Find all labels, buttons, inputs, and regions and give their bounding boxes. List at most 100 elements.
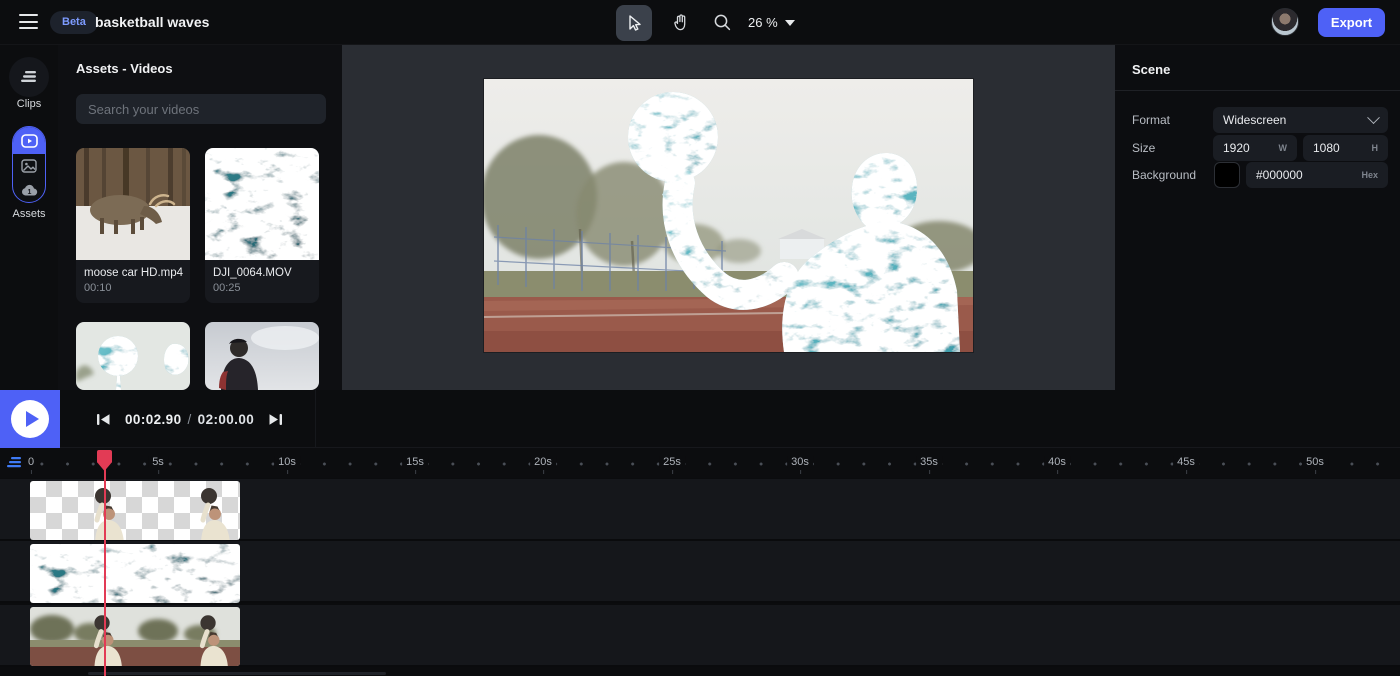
keyed-basketball-thumbnail — [76, 322, 190, 390]
park-clip-thumbnail — [30, 607, 240, 666]
video-asset-card[interactable]: moose car HD.mp4 00:10 — [76, 148, 190, 303]
timecode-separator: / — [182, 412, 198, 427]
waves-clip-thumbnail — [30, 544, 240, 603]
video-icon — [21, 134, 38, 148]
ruler-tick-label: 15s — [402, 456, 428, 468]
select-tool-button[interactable] — [616, 5, 652, 41]
magnifier-icon — [713, 13, 732, 32]
ruler-tick-label: 50s — [1302, 456, 1328, 468]
sidebar-item-clips-label: Clips — [0, 98, 58, 110]
beta-badge: Beta — [50, 11, 98, 34]
video-asset-card[interactable]: DJI_0064.MOV 00:25 — [205, 148, 319, 303]
ruler-tick-label: 35s — [916, 456, 942, 468]
timecode: 00:02.90/02:00.00 — [125, 412, 254, 427]
width-field[interactable]: 1920 W — [1213, 135, 1297, 161]
play-button[interactable] — [0, 390, 60, 448]
avatar[interactable] — [1271, 8, 1299, 36]
video-asset-name: moose car HD.mp4 — [76, 260, 190, 279]
chevron-down-icon — [1367, 111, 1380, 124]
project-title: basketball waves — [95, 14, 209, 30]
scene-panel-title: Scene — [1132, 62, 1170, 77]
person-sky-thumbnail — [205, 322, 319, 390]
total-time: 02:00.00 — [198, 412, 255, 427]
assets-uploads-tab[interactable]: 1 — [13, 178, 45, 202]
assets-images-tab[interactable] — [13, 154, 45, 178]
width-value: 1920 — [1223, 141, 1250, 155]
video-asset-card[interactable] — [205, 322, 319, 390]
layers-icon — [7, 456, 23, 470]
menu-icon[interactable] — [19, 14, 38, 30]
zoom-tool-button[interactable] — [708, 5, 736, 41]
video-preview[interactable] — [484, 79, 973, 352]
moose-video-thumbnail — [76, 148, 190, 260]
video-asset-card[interactable] — [76, 322, 190, 390]
height-value: 1080 — [1313, 141, 1340, 155]
video-asset-duration: 00:25 — [205, 279, 319, 303]
waves-video-thumbnail — [205, 148, 319, 260]
video-asset-name: DJI_0064.MOV — [205, 260, 319, 279]
ruler-tick-label: 5s — [148, 456, 168, 468]
divider — [1115, 90, 1400, 91]
hand-icon — [671, 13, 690, 32]
search-input[interactable] — [76, 94, 326, 124]
background-hex-unit: Hex — [1361, 170, 1378, 180]
scene-panel: Scene Format Widescreen Size 1920 W 1080… — [1115, 45, 1400, 390]
background-hex-field[interactable]: #000000 Hex — [1246, 162, 1388, 188]
ruler-tick-label: 45s — [1173, 456, 1199, 468]
assets-panel: Assets - Videos moose car HD.mp4 00:10 D… — [58, 45, 342, 390]
svg-text:1: 1 — [27, 189, 31, 196]
keyed-player-clip-thumbnail — [30, 481, 240, 540]
height-unit: H — [1372, 143, 1379, 153]
background-color-swatch[interactable] — [1214, 162, 1240, 188]
ruler-tick-label: 30s — [787, 456, 813, 468]
format-select[interactable]: Widescreen — [1213, 107, 1388, 133]
format-value: Widescreen — [1223, 113, 1286, 127]
sidebar-item-clips[interactable] — [9, 57, 49, 97]
canvas-viewport[interactable] — [342, 45, 1115, 390]
cursor-icon — [625, 14, 643, 32]
width-unit: W — [1279, 143, 1288, 153]
ruler-tick-label: 0 — [24, 456, 38, 468]
timeline-tracks — [0, 478, 1400, 676]
current-time: 00:02.90 — [125, 412, 182, 427]
cloud-upload-icon: 1 — [21, 184, 38, 197]
height-field[interactable]: 1080 H — [1303, 135, 1388, 161]
skip-end-icon — [268, 413, 283, 426]
transport-controls: 00:02.90/02:00.00 — [96, 390, 283, 448]
zoom-level-value: 26 % — [748, 15, 778, 30]
timeline-scrollbar[interactable] — [88, 672, 386, 675]
skip-to-end-button[interactable] — [268, 413, 283, 426]
playhead-line — [104, 468, 106, 676]
assets-videos-tab[interactable] — [13, 127, 45, 154]
left-rail: Clips 1 Assets — [0, 45, 58, 390]
play-icon — [11, 400, 49, 438]
format-label: Format — [1132, 113, 1170, 127]
skip-to-start-button[interactable] — [96, 413, 111, 426]
divider — [315, 390, 316, 447]
top-bar: Beta basketball waves 26 % Export — [0, 0, 1400, 45]
skip-start-icon — [96, 413, 111, 426]
timeline-tracks-icon[interactable] — [7, 456, 23, 475]
ruler-tick-label: 20s — [530, 456, 556, 468]
clip-original-footage[interactable] — [30, 607, 240, 666]
image-icon — [21, 159, 37, 173]
clip-ocean-waves[interactable] — [30, 544, 240, 603]
zoom-level-control[interactable]: 26 % — [748, 15, 795, 30]
background-hex-value: #000000 — [1256, 168, 1303, 182]
export-button[interactable]: Export — [1318, 8, 1385, 37]
clips-icon — [20, 69, 38, 85]
ruler-tick-label: 40s — [1044, 456, 1070, 468]
pan-tool-button[interactable] — [662, 5, 698, 41]
sidebar-item-assets-label: Assets — [0, 208, 58, 220]
clip-keyed-player[interactable] — [30, 481, 240, 540]
chevron-down-icon — [785, 20, 795, 26]
timeline-ruler[interactable]: 0 5s 10s 15s 20s 25s 30s 35s 40s 45s 50s — [0, 448, 1400, 478]
canvas-toolbar: 26 % — [616, 4, 795, 41]
assets-panel-title: Assets - Videos — [76, 61, 173, 76]
video-asset-duration: 00:10 — [76, 279, 190, 303]
size-label: Size — [1132, 141, 1155, 155]
ruler-tick-label: 25s — [659, 456, 685, 468]
assets-group: 1 — [12, 126, 46, 203]
playback-bar: 00:02.90/02:00.00 — [0, 390, 1400, 448]
ruler-tick-label: 10s — [274, 456, 300, 468]
